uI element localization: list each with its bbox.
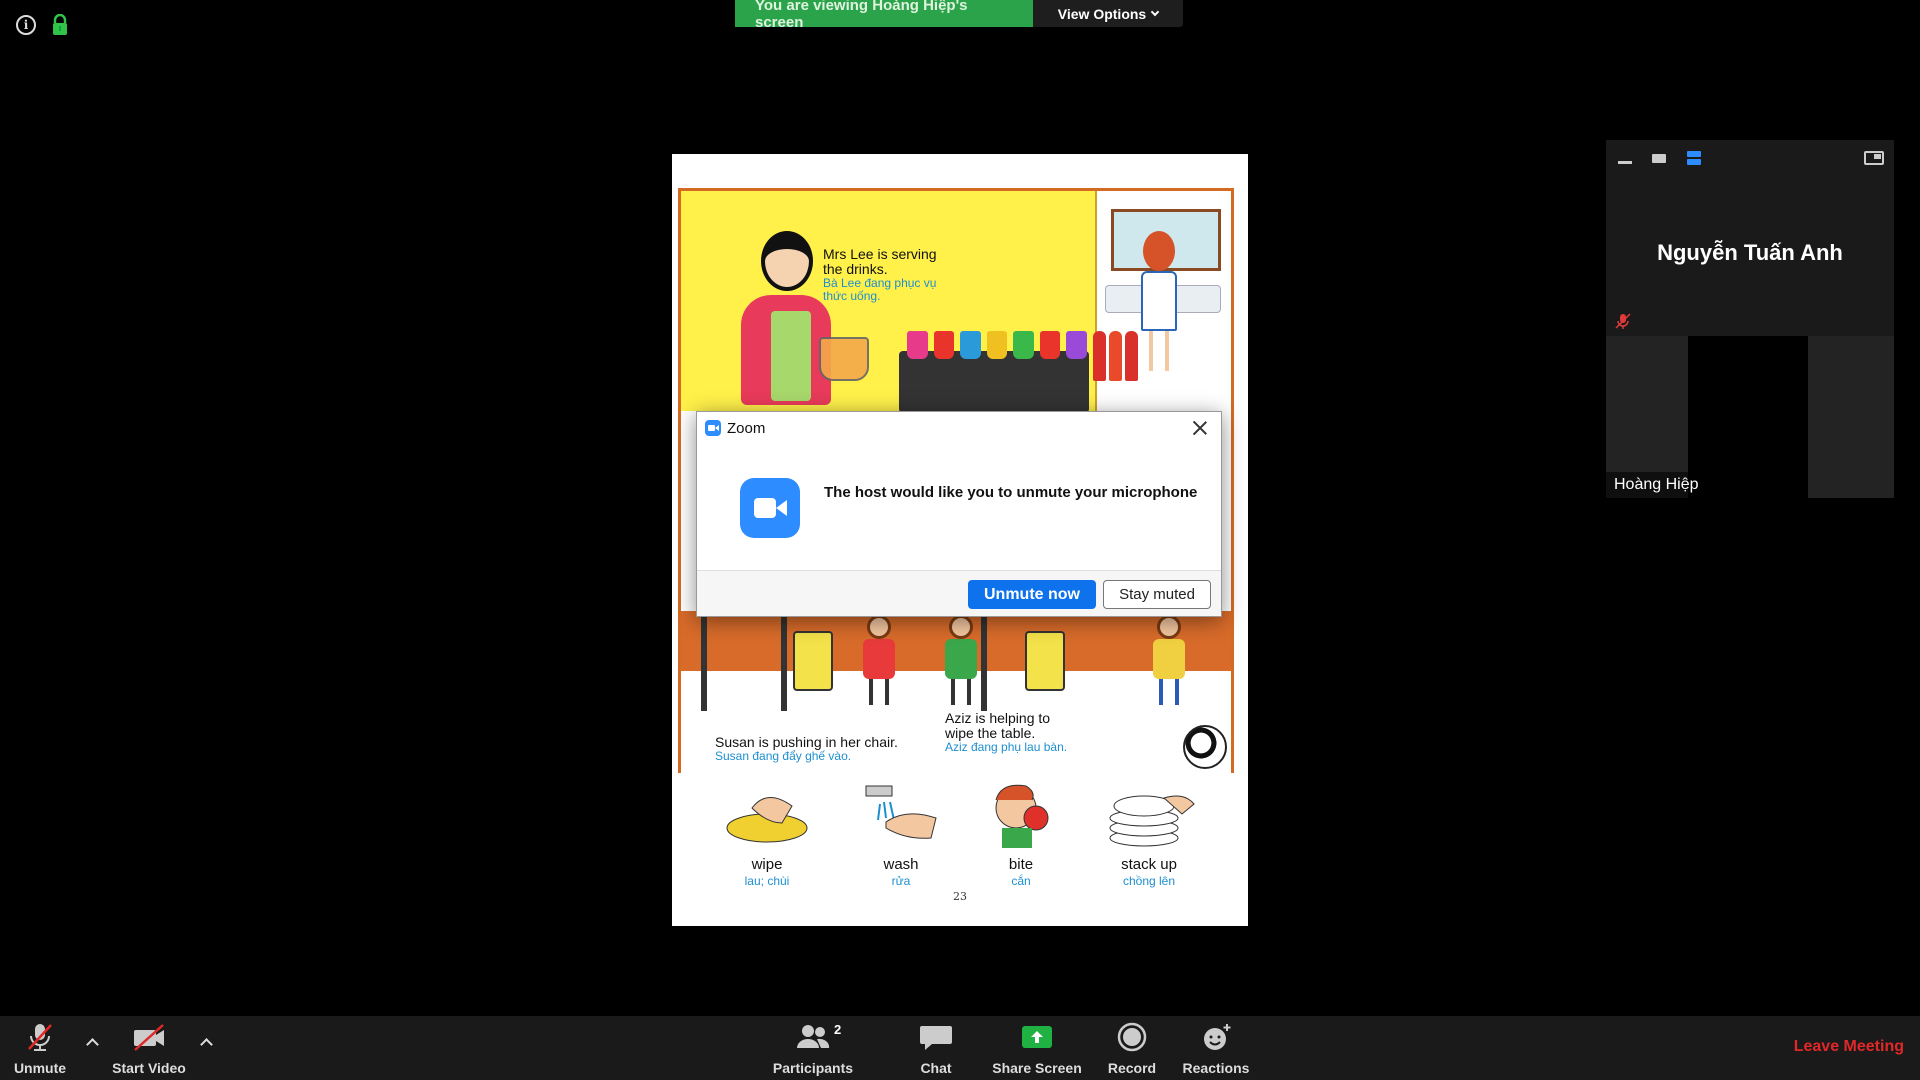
wash-illustration <box>846 778 956 850</box>
record-icon <box>1114 1022 1150 1052</box>
vocab-translation: cắn <box>1011 874 1031 888</box>
encryption-lock-icon[interactable] <box>50 13 70 36</box>
single-video-icon[interactable] <box>1650 150 1668 171</box>
start-video-label: Start Video <box>112 1060 186 1076</box>
caption-mrs-lee: Mrs Lee is serving the drinks. Bà Lee đa… <box>823 246 937 303</box>
bottles-illustration <box>1093 321 1139 381</box>
video-tile[interactable]: Hoàng Hiệp <box>1606 336 1894 498</box>
viewing-screen-label: You are viewing Hoàng Hiệp's screen <box>735 0 1033 31</box>
zoom-logo-icon <box>705 420 721 436</box>
girl-illustration <box>1139 231 1179 381</box>
dialog-footer: Unmute now Stay muted <box>697 570 1221 616</box>
dialog-title-bar: Zoom <box>697 412 1221 444</box>
unmute-button[interactable]: Unmute <box>0 1016 80 1080</box>
vocab-translation: chồng lên <box>1122 874 1176 888</box>
aziz-illustration <box>943 615 979 705</box>
caption-susan: Susan is pushing in her chair. Susan đan… <box>715 734 898 763</box>
vocab-word: bite <box>1008 856 1034 873</box>
video-off-icon <box>131 1022 167 1052</box>
meeting-info-area: i <box>16 13 70 36</box>
record-button[interactable]: Record <box>1098 1016 1166 1080</box>
vocab-item: stack up chồng lên <box>1094 778 1204 888</box>
reactions-button[interactable]: Reactions <box>1180 1016 1252 1080</box>
participants-button[interactable]: 2 Participants <box>768 1016 858 1080</box>
vocab-word: wash <box>883 856 919 873</box>
reactions-icon <box>1198 1022 1234 1052</box>
zoom-camera-icon <box>740 478 800 538</box>
pop-out-icon[interactable] <box>1864 150 1884 171</box>
participants-count: 2 <box>834 1022 842 1037</box>
participants-icon <box>795 1022 831 1052</box>
vocab-word: wipe <box>751 856 783 873</box>
tray-illustration <box>899 351 1089 413</box>
susan-illustration <box>861 615 897 705</box>
vocab-item: wash rửa <box>846 778 956 888</box>
soccer-ball-illustration <box>1183 725 1227 769</box>
boy-illustration <box>1151 615 1187 705</box>
share-screen-label: Share Screen <box>992 1060 1082 1076</box>
vocab-item: wipe lau; chùi <box>712 778 822 888</box>
close-icon[interactable] <box>1189 417 1211 439</box>
info-icon[interactable]: i <box>16 15 36 35</box>
stay-muted-button[interactable]: Stay muted <box>1103 580 1211 609</box>
chair-illustration <box>793 631 833 691</box>
chat-label: Chat <box>920 1060 952 1076</box>
illustration-top <box>681 191 1231 413</box>
share-screen-icon <box>1019 1022 1055 1052</box>
vocab-translation: lau; chùi <box>744 874 790 888</box>
panel-view-controls <box>1606 140 1894 176</box>
participant-video-panel: Nguyễn Tuấn Anh Hoàng Hiệp <box>1606 140 1894 498</box>
leave-meeting-button[interactable]: Leave Meeting <box>1794 1038 1904 1056</box>
dialog-title: Zoom <box>727 419 766 437</box>
jug-illustration <box>819 337 869 381</box>
gallery-strip-icon[interactable] <box>1685 150 1703 171</box>
page-number: 23 <box>953 890 967 903</box>
dialog-message: The host would like you to unmute your m… <box>824 484 1198 501</box>
participants-label: Participants <box>772 1060 854 1076</box>
start-video-button[interactable]: Start Video <box>106 1016 192 1080</box>
wipe-illustration <box>712 778 822 850</box>
chair-illustration <box>1025 631 1065 691</box>
view-options-button[interactable]: View Options <box>1033 0 1183 27</box>
unmute-now-button[interactable]: Unmute now <box>968 580 1096 609</box>
cups-illustration <box>907 331 1088 359</box>
screen-share-banner: You are viewing Hoàng Hiệp's screen View… <box>735 0 1183 31</box>
view-options-label: View Options <box>1057 5 1147 22</box>
video-options-chevron-icon[interactable] <box>200 1036 212 1048</box>
caption-aziz: Aziz is helping to wipe the table. Aziz … <box>945 710 1068 754</box>
participant-name: Nguyễn Tuấn Anh <box>1657 240 1843 265</box>
stack-up-illustration <box>1094 778 1204 850</box>
vocab-item: bite cắn <box>966 778 1076 888</box>
muted-microphone-icon <box>22 1022 58 1052</box>
audio-options-chevron-icon[interactable] <box>86 1036 98 1048</box>
vocab-word: stack up <box>1121 856 1177 873</box>
video-tile-name: Hoàng Hiệp <box>1606 472 1707 498</box>
unmute-request-dialog: Zoom The host would like you to unmute y… <box>696 411 1222 617</box>
dialog-body: The host would like you to unmute your m… <box>697 444 1221 572</box>
bite-illustration <box>966 778 1076 850</box>
chat-icon <box>918 1022 954 1052</box>
reactions-label: Reactions <box>1182 1060 1250 1076</box>
chat-button[interactable]: Chat <box>900 1016 972 1080</box>
muted-microphone-icon <box>1614 312 1632 330</box>
chevron-down-icon <box>1150 7 1160 16</box>
minimize-video-icon[interactable] <box>1616 150 1634 171</box>
vocab-translation: rửa <box>891 874 911 888</box>
vocabulary-row: wipe lau; chùi wash rửa bite cắn stack u… <box>712 778 1212 898</box>
unmute-label: Unmute <box>13 1060 67 1076</box>
share-screen-button[interactable]: Share Screen <box>990 1016 1084 1080</box>
meeting-toolbar: Unmute Start Video 2 Participants Chat S… <box>0 1016 1920 1080</box>
record-label: Record <box>1107 1060 1157 1076</box>
